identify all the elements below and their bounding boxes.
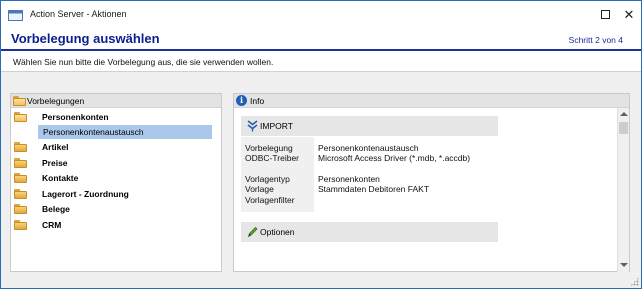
close-icon: ✕ bbox=[623, 6, 635, 22]
wizard-header: Vorbelegung auswählen Schritt 2 von 4 bbox=[1, 28, 641, 50]
field-value-vorlage: Stammdaten Debitoren FAKT bbox=[318, 184, 430, 194]
scroll-thumb[interactable] bbox=[619, 122, 628, 134]
import-section-header[interactable]: IMPORT bbox=[241, 116, 498, 136]
field-label-vorlage: Vorlage bbox=[245, 184, 274, 194]
tree-item-preise[interactable]: Preise bbox=[11, 156, 221, 171]
maximize-icon bbox=[600, 10, 610, 19]
info-panel-header: i Info bbox=[234, 94, 629, 108]
folder-icon bbox=[14, 204, 27, 214]
tree-item-belege[interactable]: Belege bbox=[11, 202, 221, 217]
close-button[interactable]: ✕ bbox=[615, 1, 641, 28]
info-scrollbar[interactable] bbox=[617, 108, 629, 272]
tree-item-label: Personenkontenaustausch bbox=[43, 127, 144, 137]
field-label-odbc-treiber: ODBC-Treiber bbox=[245, 153, 299, 163]
field-value-odbc-treiber: Microsoft Access Driver (*.mdb, *.accdb) bbox=[318, 153, 471, 163]
tree-item-label: Personenkonten bbox=[42, 112, 109, 122]
tree-item-label: Belege bbox=[42, 204, 70, 214]
field-label-vorbelegung: Vorbelegung bbox=[245, 143, 293, 153]
presets-panel-header: Vorbelegungen bbox=[11, 94, 221, 108]
tree-item-label: Kontakte bbox=[42, 173, 79, 183]
step-indicator: Schritt 2 von 4 bbox=[568, 35, 623, 45]
page-title: Vorbelegung auswählen bbox=[11, 31, 160, 46]
folder-icon bbox=[14, 220, 27, 230]
tree-item-label: CRM bbox=[42, 220, 62, 230]
tree-item-label: Lagerort - Zuordnung bbox=[42, 189, 129, 199]
instruction-text: Wählen Sie nun bitte die Vorbelegung aus… bbox=[13, 57, 274, 67]
tree-item-personenkontenaustausch[interactable]: Personenkontenaustausch bbox=[11, 125, 221, 140]
field-value-vorlagentyp: Personenkonten bbox=[318, 174, 380, 184]
app-icon bbox=[8, 10, 23, 21]
window-title: Action Server - Aktionen bbox=[30, 9, 127, 19]
folder-icon bbox=[14, 173, 27, 183]
field-label-vorlagenfilter: Vorlagenfilter bbox=[245, 195, 295, 205]
title-bar: Action Server - Aktionen ✕ bbox=[1, 1, 641, 28]
resize-grip-icon[interactable] bbox=[630, 277, 639, 286]
presets-panel: Vorbelegungen Personenkonten Personenkon… bbox=[10, 93, 222, 272]
info-panel: i Info IMPORT Vorbelegung Personenkonten… bbox=[233, 93, 630, 272]
tree-item-kontakte[interactable]: Kontakte bbox=[11, 171, 221, 186]
import-arrows-icon bbox=[247, 120, 258, 132]
tree-item-label: Preise bbox=[42, 158, 68, 168]
pencil-icon bbox=[247, 226, 258, 238]
tree-item-lagerort-zuordnung[interactable]: Lagerort - Zuordnung bbox=[11, 187, 221, 202]
tree-item-label: Artikel bbox=[42, 142, 69, 152]
folder-open-icon bbox=[13, 96, 26, 106]
instruction-band: Wählen Sie nun bitte die Vorbelegung aus… bbox=[1, 51, 641, 72]
presets-panel-title: Vorbelegungen bbox=[27, 96, 85, 106]
info-icon: i bbox=[236, 95, 247, 106]
folder-icon bbox=[14, 189, 27, 199]
info-panel-title: Info bbox=[250, 96, 265, 106]
scroll-down-icon[interactable] bbox=[620, 263, 628, 267]
scroll-up-icon[interactable] bbox=[620, 112, 628, 116]
import-section-label: IMPORT bbox=[260, 121, 293, 131]
field-label-vorlagentyp: Vorlagentyp bbox=[245, 174, 290, 184]
field-value-vorbelegung: Personenkontenaustausch bbox=[318, 143, 419, 153]
folder-open-icon bbox=[14, 112, 27, 122]
dialog-window: Action Server - Aktionen ✕ Vorbelegung a… bbox=[0, 0, 642, 289]
tree-item-personenkonten[interactable]: Personenkonten bbox=[11, 110, 221, 125]
folder-icon bbox=[14, 158, 27, 168]
options-section-header[interactable]: Optionen bbox=[241, 222, 498, 242]
tree-item-artikel[interactable]: Artikel bbox=[11, 140, 221, 155]
tree-item-crm[interactable]: CRM bbox=[11, 218, 221, 233]
options-section-label: Optionen bbox=[260, 227, 295, 237]
folder-icon bbox=[14, 142, 27, 152]
